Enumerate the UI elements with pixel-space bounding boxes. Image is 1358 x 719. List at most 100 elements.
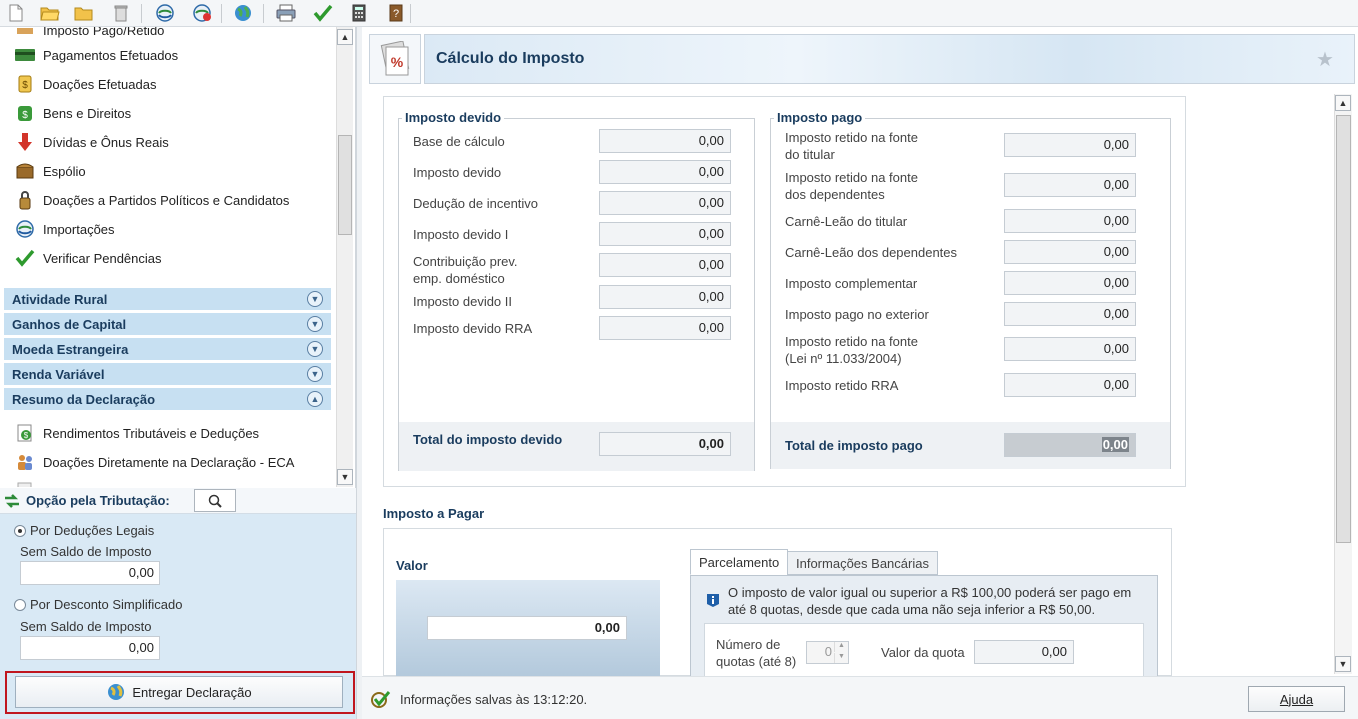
page-header: % Cálculo do Imposto ★: [369, 34, 1355, 84]
total-devido-field: 0,00: [599, 432, 731, 456]
document-icon: [14, 481, 36, 487]
sidebar-item-partidos[interactable]: Doações a Partidos Políticos e Candidato…: [14, 187, 289, 213]
chevron-down-icon[interactable]: ▼: [307, 366, 323, 382]
money-bag-icon: $: [14, 103, 36, 123]
sidebar-item-doacoes[interactable]: $ Doações Efetuadas: [14, 71, 156, 97]
chevron-down-icon[interactable]: ▼: [307, 291, 323, 307]
option-deducoes-radio[interactable]: [14, 525, 26, 537]
swap-arrows-icon: [3, 492, 21, 513]
globe-icon[interactable]: [231, 2, 255, 24]
svg-text:$: $: [24, 431, 29, 440]
total-pago-label: Total de imposto pago: [785, 438, 923, 453]
retido-lei-field: 0,00: [1004, 337, 1136, 361]
star-icon[interactable]: ★: [1316, 47, 1334, 72]
valor-label: Valor: [396, 558, 428, 573]
section-resumo-declaracao[interactable]: Resumo da Declaração ▲: [4, 388, 331, 410]
section-atividade-rural[interactable]: Atividade Rural ▼: [4, 288, 331, 310]
section-ganhos-capital[interactable]: Ganhos de Capital ▼: [4, 313, 331, 335]
card-icon: [14, 45, 36, 65]
chevron-up-icon[interactable]: ▲: [307, 391, 323, 407]
entregar-declaracao-button[interactable]: Entregar Declaração: [15, 676, 343, 708]
stepper-down-icon[interactable]: ▼: [834, 653, 848, 663]
trash-icon[interactable]: [109, 2, 133, 24]
option-deducoes-sub: Sem Saldo de Imposto: [20, 544, 152, 559]
option-deducoes-label: Por Deduções Legais: [30, 523, 155, 538]
coin-icon: $: [14, 74, 36, 94]
saved-check-icon: [370, 689, 392, 712]
main-scrollbar[interactable]: ▲ ▼: [1334, 94, 1352, 674]
sidebar-item-hidden[interactable]: [14, 478, 43, 487]
option-simplificado-sub: Sem Saldo de Imposto: [20, 619, 152, 634]
checkmark-icon[interactable]: [311, 2, 335, 24]
imposto-exterior-field: 0,00: [1004, 302, 1136, 326]
sidebar-item-pagamentos[interactable]: Pagamentos Efetuados: [14, 42, 178, 68]
import-icon: [14, 219, 36, 239]
imposto-a-pagar-title: Imposto a Pagar: [383, 506, 485, 521]
receita-transmit-icon[interactable]: [190, 2, 214, 24]
globe-icon: [106, 682, 126, 702]
svg-text:%: %: [391, 54, 404, 70]
imposto-devido-ii-field: 0,00: [599, 285, 731, 309]
scroll-down-icon[interactable]: ▼: [1335, 656, 1351, 672]
retido-fonte-dependentes-field: 0,00: [1004, 173, 1136, 197]
receita-sync-icon[interactable]: [153, 2, 177, 24]
chevron-down-icon[interactable]: ▼: [307, 341, 323, 357]
sidebar-item-rendimentos[interactable]: $ Rendimentos Tributáveis e Deduções: [14, 420, 259, 446]
money-doc-icon: $: [14, 423, 36, 443]
help-book-icon[interactable]: ?: [384, 2, 408, 24]
option-simplificado-radio[interactable]: [14, 599, 26, 611]
sidebar-item-espolio[interactable]: Espólio: [14, 158, 86, 184]
search-button[interactable]: [194, 489, 236, 512]
scroll-thumb[interactable]: [1336, 115, 1351, 543]
scroll-up-icon[interactable]: ▲: [337, 29, 353, 45]
sidebar-scrollbar[interactable]: ▲ ▼: [336, 27, 353, 487]
section-renda-variavel[interactable]: Renda Variável ▼: [4, 363, 331, 385]
retido-fonte-titular-field: 0,00: [1004, 133, 1136, 157]
sidebar-item-imposto-pago[interactable]: Imposto Pago/Retido: [14, 27, 164, 43]
calculator-icon[interactable]: [347, 2, 371, 24]
option-simplificado-label: Por Desconto Simplificado: [30, 597, 183, 612]
new-file-icon[interactable]: [4, 2, 28, 24]
parcelamento-info-text: O imposto de valor igual ou superior a R…: [728, 585, 1132, 617]
section-moeda-estrangeira[interactable]: Moeda Estrangeira ▼: [4, 338, 331, 360]
pencil-icon: [14, 27, 36, 40]
imposto-devido-rra-field: 0,00: [599, 316, 731, 340]
base-calculo-field: 0,00: [599, 129, 731, 153]
quotas-stepper[interactable]: 0 ▲ ▼: [806, 641, 849, 664]
tab-parcelamento[interactable]: Parcelamento: [690, 549, 789, 575]
checkmark-icon: [14, 248, 36, 268]
help-button[interactable]: Ajuda: [1248, 686, 1345, 712]
imposto-devido-field: 0,00: [599, 160, 731, 184]
option-simplificado-value: 0,00: [20, 636, 160, 660]
open-folder-icon[interactable]: [38, 2, 62, 24]
scroll-up-icon[interactable]: ▲: [1335, 95, 1351, 111]
sidebar-item-pendencias[interactable]: Verificar Pendências: [14, 245, 162, 271]
down-arrow-icon: [14, 132, 36, 152]
total-devido-label: Total do imposto devido: [413, 432, 563, 447]
folder-icon[interactable]: [72, 2, 96, 24]
valor-quota-field: 0,00: [974, 640, 1074, 664]
sidebar-item-eca[interactable]: Doações Diretamente na Declaração - ECA: [14, 449, 294, 475]
info-icon: [706, 592, 720, 611]
sidebar-item-bens[interactable]: $ Bens e Direitos: [14, 100, 131, 126]
carne-leao-dependentes-field: 0,00: [1004, 240, 1136, 264]
scroll-down-icon[interactable]: ▼: [337, 469, 353, 485]
stepper-up-icon[interactable]: ▲: [834, 642, 848, 652]
option-deducoes-value: 0,00: [20, 561, 160, 585]
imposto-devido-title: Imposto devido: [402, 110, 505, 125]
scroll-thumb[interactable]: [338, 135, 352, 235]
chevron-down-icon[interactable]: ▼: [307, 316, 323, 332]
retido-rra-field: 0,00: [1004, 373, 1136, 397]
printer-icon[interactable]: [274, 2, 298, 24]
sidebar-item-dividas[interactable]: Dívidas e Ônus Reais: [14, 129, 169, 155]
status-bar: Informações salvas às 13:12:20. Ajuda: [362, 676, 1358, 719]
tab-informacoes-bancarias[interactable]: Informações Bancárias: [787, 551, 938, 575]
svg-text:$: $: [22, 110, 28, 121]
contribuicao-prev-field: 0,00: [599, 253, 731, 277]
tax-option-panel: Opção pela Tributação: Por Deduções Lega…: [0, 488, 356, 719]
percent-doc-icon: %: [369, 34, 421, 84]
tax-option-title: Opção pela Tributação:: [26, 493, 170, 508]
sidebar-item-importacoes[interactable]: Importações: [14, 216, 115, 242]
imposto-devido-i-field: 0,00: [599, 222, 731, 246]
padlock-bag-icon: [14, 190, 36, 210]
